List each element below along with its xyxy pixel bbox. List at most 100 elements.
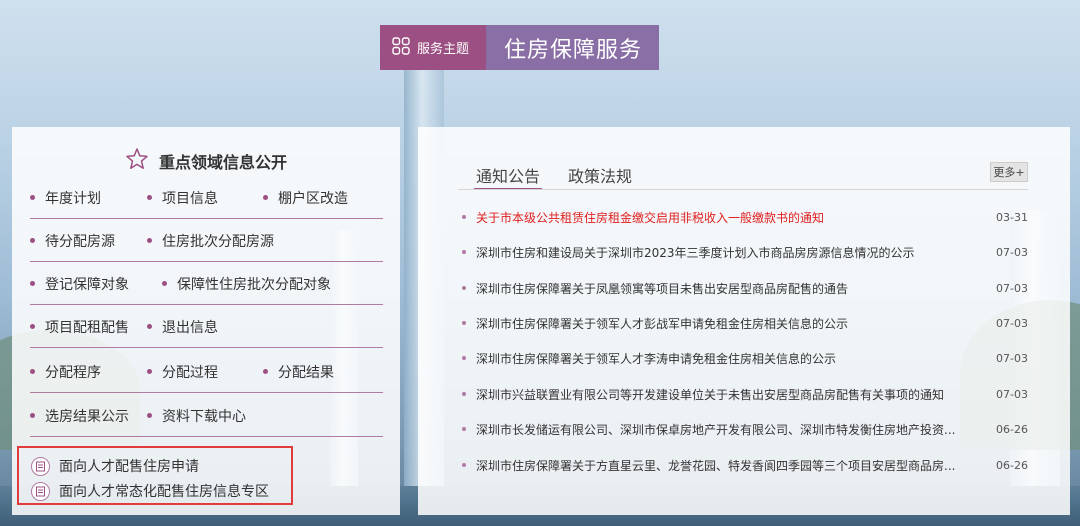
link-batch-allocation-recipients[interactable]: 保障性住房批次分配对象 (162, 274, 331, 294)
news-title: 深圳市住房保障署关于领军人才彭战军申请免租金住房相关信息的公示 (476, 316, 849, 331)
more-button[interactable]: 更多+ (990, 162, 1028, 182)
link-row: 分配程序 分配过程 分配结果 (30, 351, 383, 393)
news-title: 深圳市兴益联置业有限公司等开发建设单位关于未售出安居型商品房配售有关事项的通知 (476, 387, 945, 402)
service-theme-tag[interactable]: 服务主题 (380, 25, 486, 70)
tab-divider (458, 189, 1028, 190)
bullet-dot (462, 463, 466, 467)
link-row: 年度计划 项目信息 棚户区改造 (30, 177, 383, 219)
news-date: 07-03 (996, 281, 1028, 295)
bullet-dot (147, 369, 152, 374)
star-icon (125, 147, 149, 175)
bullet-dot (462, 392, 466, 396)
link-label: 登记保障对象 (45, 276, 129, 293)
link-registered-recipients[interactable]: 登记保障对象 (30, 274, 129, 294)
link-label: 资料下载中心 (162, 408, 246, 425)
news-title: 深圳市住房和建设局关于深圳市2023年三季度计划入市商品房房源信息情况的公示 (476, 245, 915, 260)
link-rent-sale-allocation[interactable]: 项目配租配售 (30, 317, 129, 337)
special-link-label: 面向人才配售住房申请 (59, 459, 199, 475)
bullet-dot (30, 238, 35, 243)
bullet-dot (263, 195, 268, 200)
key-info-heading-text: 重点领域信息公开 (158, 153, 287, 172)
news-date: 07-03 (996, 387, 1028, 401)
link-batch-allocation-housing[interactable]: 住房批次分配房源 (147, 231, 274, 251)
news-item[interactable]: 深圳市长发储运有限公司、深圳市保卓房地产开发有限公司、深圳市特发衡住房地产投资.… (462, 419, 1028, 439)
bullet-dot (462, 286, 466, 290)
service-theme-tag-label: 服务主题 (417, 42, 470, 57)
news-date: 07-03 (996, 245, 1028, 259)
news-title: 深圳市住房保障署关于领军人才李涛申请免租金住房相关信息的公示 (476, 351, 837, 366)
service-theme-header: 服务主题 住房保障服务 (380, 25, 659, 70)
news-item[interactable]: 深圳市住房保障署关于凤凰领寓等项目未售出安居型商品房配售的通告 07-03 (462, 278, 1028, 298)
link-label: 分配程序 (45, 364, 101, 381)
link-label: 年度计划 (45, 190, 101, 207)
link-allocation-results[interactable]: 分配结果 (263, 362, 334, 382)
talent-housing-highlight-box: 面向人才配售住房申请 面向人才常态化配售住房信息专区 (17, 446, 293, 505)
link-housing-to-allocate[interactable]: 待分配房源 (30, 231, 115, 251)
link-row: 登记保障对象 保障性住房批次分配对象 (30, 263, 383, 305)
link-exit-info[interactable]: 退出信息 (147, 317, 218, 337)
link-allocation-process[interactable]: 分配过程 (147, 362, 218, 382)
key-info-heading: 重点领域信息公开 (12, 147, 400, 175)
news-item[interactable]: 深圳市住房保障署关于领军人才彭战军申请免租金住房相关信息的公示 07-03 (462, 313, 1028, 333)
link-label: 项目信息 (162, 190, 218, 207)
bullet-dot (147, 238, 152, 243)
document-icon (31, 481, 50, 501)
bullet-dot (462, 215, 466, 219)
link-shantytown-renovation[interactable]: 棚户区改造 (263, 188, 348, 208)
news-date: 06-26 (996, 422, 1028, 436)
news-panel: 通知公告 政策法规 更多+ 关于市本级公共租赁住房租金缴交启用非税收入一般缴款书… (418, 127, 1070, 515)
news-item[interactable]: 深圳市兴益联置业有限公司等开发建设单位关于未售出安居型商品房配售有关事项的通知 0… (462, 384, 1028, 404)
link-label: 分配过程 (162, 364, 218, 381)
news-date: 03-31 (996, 210, 1028, 224)
news-item[interactable]: 深圳市住房和建设局关于深圳市2023年三季度计划入市商品房房源信息情况的公示 07… (462, 242, 1028, 262)
tab-policies[interactable]: 政策法规 (568, 163, 632, 190)
bullet-dot (30, 324, 35, 329)
link-row: 待分配房源 住房批次分配房源 (30, 220, 383, 262)
bullet-dot (462, 427, 466, 431)
link-row: 选房结果公示 资料下载中心 (30, 395, 383, 437)
news-item[interactable]: 关于市本级公共租赁住房租金缴交启用非税收入一般缴款书的通知 03-31 (462, 207, 1028, 227)
bullet-dot (462, 356, 466, 360)
link-talent-housing-zone[interactable]: 面向人才常态化配售住房信息专区 (31, 481, 269, 501)
link-allocation-procedure[interactable]: 分配程序 (30, 362, 101, 382)
link-label: 保障性住房批次分配对象 (177, 276, 331, 293)
news-title: 深圳市住房保障署关于凤凰领寓等项目未售出安居型商品房配售的通告 (476, 281, 849, 296)
bullet-dot (30, 369, 35, 374)
news-title: 深圳市住房保障署关于方直星云里、龙誉花园、特发香阆四季园等三个项目安居型商品房.… (476, 458, 956, 473)
news-item[interactable]: 深圳市住房保障署关于方直星云里、龙誉花园、特发香阆四季园等三个项目安居型商品房.… (462, 455, 1028, 475)
bullet-dot (30, 281, 35, 286)
bullet-dot (30, 413, 35, 418)
bullet-dot (147, 195, 152, 200)
news-tabs: 通知公告 政策法规 (474, 163, 632, 190)
news-item[interactable]: 深圳市住房保障署关于领军人才李涛申请免租金住房相关信息的公示 07-03 (462, 348, 1028, 368)
bullet-dot (147, 413, 152, 418)
bullet-dot (162, 281, 167, 286)
grid-icon (392, 36, 410, 59)
page-title: 住房保障服务 (486, 25, 659, 70)
link-label: 分配结果 (278, 364, 334, 381)
link-talent-housing-application[interactable]: 面向人才配售住房申请 (31, 456, 199, 476)
link-label: 退出信息 (162, 319, 218, 336)
link-download-center[interactable]: 资料下载中心 (147, 406, 246, 426)
news-date: 07-03 (996, 351, 1028, 365)
bullet-dot (30, 195, 35, 200)
news-title: 关于市本级公共租赁住房租金缴交启用非税收入一般缴款书的通知 (476, 210, 825, 225)
link-label: 住房批次分配房源 (162, 233, 274, 250)
bullet-dot (462, 250, 466, 254)
link-label: 项目配租配售 (45, 319, 129, 336)
link-label: 选房结果公示 (45, 408, 129, 425)
link-label: 待分配房源 (45, 233, 115, 250)
news-date: 07-03 (996, 316, 1028, 330)
bullet-dot (263, 369, 268, 374)
news-title: 深圳市长发储运有限公司、深圳市保卓房地产开发有限公司、深圳市特发衡住房地产投资.… (476, 422, 956, 437)
link-label: 棚户区改造 (278, 190, 348, 207)
tab-notices[interactable]: 通知公告 (474, 163, 543, 190)
special-link-label: 面向人才常态化配售住房信息专区 (59, 484, 269, 500)
news-date: 06-26 (996, 458, 1028, 472)
link-project-info[interactable]: 项目信息 (147, 188, 218, 208)
link-selection-results[interactable]: 选房结果公示 (30, 406, 129, 426)
link-annual-plan[interactable]: 年度计划 (30, 188, 101, 208)
link-row: 项目配租配售 退出信息 (30, 306, 383, 348)
bullet-dot (462, 321, 466, 325)
document-icon (31, 456, 50, 476)
